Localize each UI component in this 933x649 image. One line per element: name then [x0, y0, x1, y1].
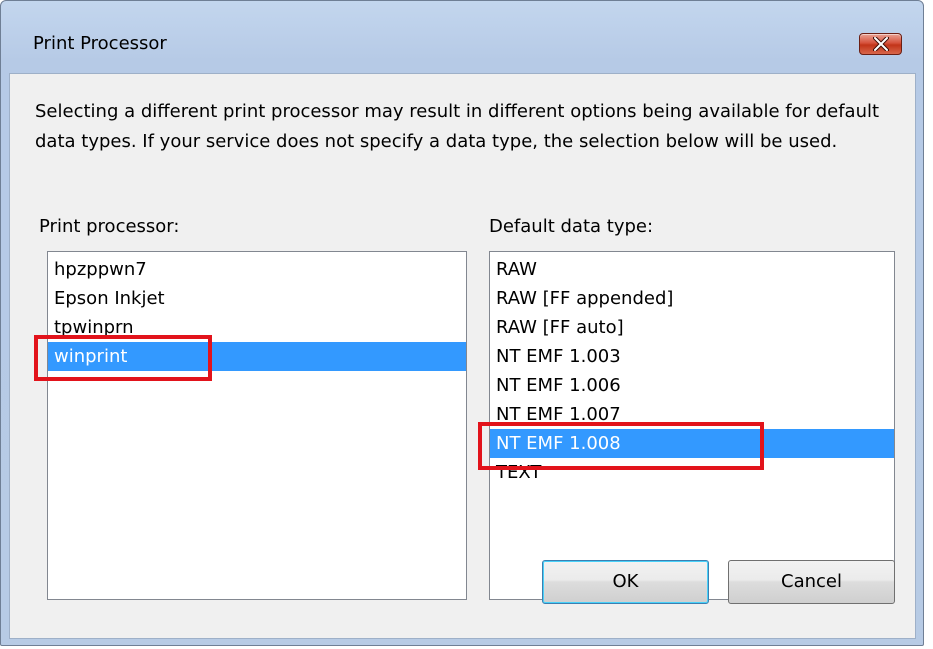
print-processor-listbox[interactable]: hpzppwn7 Epson Inkjet tpwinprn winprint — [47, 251, 467, 600]
datatype-item-nt-emf-1006[interactable]: NT EMF 1.006 — [490, 371, 894, 400]
dialog-body: Selecting a different print processor ma… — [9, 73, 916, 639]
processor-item-epson-inkjet[interactable]: Epson Inkjet — [48, 284, 466, 313]
datatype-item-nt-emf-1007[interactable]: NT EMF 1.007 — [490, 400, 894, 429]
print-processor-label: Print processor: — [39, 216, 180, 237]
datatype-item-nt-emf-1003[interactable]: NT EMF 1.003 — [490, 342, 894, 371]
datatype-item-raw[interactable]: RAW — [490, 255, 894, 284]
datatype-item-text[interactable]: TEXT — [490, 458, 894, 487]
datatype-item-raw-ff-auto[interactable]: RAW [FF auto] — [490, 313, 894, 342]
close-button[interactable] — [859, 33, 902, 55]
processor-item-hpzppwn7[interactable]: hpzppwn7 — [48, 255, 466, 284]
ok-button[interactable]: OK — [542, 560, 709, 604]
processor-item-tpwinprn[interactable]: tpwinprn — [48, 313, 466, 342]
close-x-icon — [873, 37, 889, 51]
default-data-type-listbox[interactable]: RAW RAW [FF appended] RAW [FF auto] NT E… — [489, 251, 895, 600]
datatype-item-nt-emf-1008[interactable]: NT EMF 1.008 — [490, 429, 894, 458]
cancel-button[interactable]: Cancel — [728, 560, 895, 604]
default-data-type-label: Default data type: — [489, 216, 654, 237]
description-text: Selecting a different print processor ma… — [35, 101, 880, 152]
print-processor-dialog: Print Processor Selecting a different pr… — [0, 0, 924, 646]
processor-item-winprint[interactable]: winprint — [48, 342, 466, 371]
datatype-item-raw-ff-appended[interactable]: RAW [FF appended] — [490, 284, 894, 313]
window-title: Print Processor — [33, 33, 167, 54]
